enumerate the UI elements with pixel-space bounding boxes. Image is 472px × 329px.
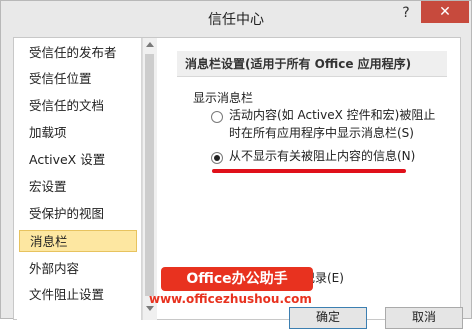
sidebar-item-protected-view[interactable]: 受保护的视图 bbox=[19, 203, 137, 225]
sidebar-item-activex[interactable]: ActiveX 设置 bbox=[19, 149, 137, 171]
watermark-logo: Office办公助手 bbox=[161, 267, 313, 291]
sidebar-item-macro[interactable]: 宏设置 bbox=[19, 176, 137, 198]
trust-center-dialog: 信任中心 ? ✕ 受信任的发布者 受信任位置 受信任的文档 加载项 Active… bbox=[0, 0, 472, 329]
sidebar-item-trusted-publishers[interactable]: 受信任的发布者 bbox=[19, 42, 137, 64]
show-message-bar-label: 显示消息栏 bbox=[193, 91, 254, 105]
annotation-underline bbox=[212, 169, 406, 173]
sidebar-item-trusted-documents[interactable]: 受信任的文档 bbox=[19, 95, 137, 117]
message-bar-settings-header: 消息栏设置(适用于所有 Office 应用程序) bbox=[177, 51, 447, 77]
watermark-url: www.officezhushou.com bbox=[149, 292, 312, 306]
sidebar-item-external-content[interactable]: 外部内容 bbox=[19, 258, 137, 280]
option-never-show-info[interactable]: 从不显示有关被阻止内容的信息(N) bbox=[229, 148, 415, 165]
scroll-down-icon[interactable] bbox=[146, 306, 154, 311]
sidebar-item-file-block[interactable]: 文件阻止设置 bbox=[19, 284, 137, 306]
title-bar: 信任中心 ? ✕ bbox=[1, 1, 471, 34]
close-button[interactable]: ✕ bbox=[421, 1, 469, 23]
ok-button[interactable]: 确定 bbox=[289, 307, 367, 329]
cancel-button[interactable]: 取消 bbox=[385, 307, 463, 329]
radio-show-message-bar[interactable] bbox=[211, 111, 223, 123]
sidebar-item-add-ins[interactable]: 加载项 bbox=[19, 122, 137, 144]
scroll-thumb[interactable] bbox=[145, 54, 154, 296]
option-show-message-bar-line2[interactable]: 时在所有应用程序中显示消息栏(S) bbox=[229, 125, 414, 142]
radio-never-show-info[interactable] bbox=[211, 152, 223, 164]
sidebar: 受信任的发布者 受信任位置 受信任的文档 加载项 ActiveX 设置 宏设置 … bbox=[17, 38, 142, 320]
scroll-up-icon[interactable] bbox=[146, 42, 154, 47]
sidebar-scrollbar[interactable] bbox=[142, 38, 157, 320]
sidebar-item-message-bar[interactable]: 消息栏 bbox=[19, 230, 137, 252]
option-show-message-bar-line1[interactable]: 活动内容(如 ActiveX 控件和宏)被阻止 bbox=[229, 107, 435, 124]
sidebar-item-trusted-locations[interactable]: 受信任位置 bbox=[19, 68, 137, 90]
help-button[interactable]: ? bbox=[394, 3, 418, 23]
